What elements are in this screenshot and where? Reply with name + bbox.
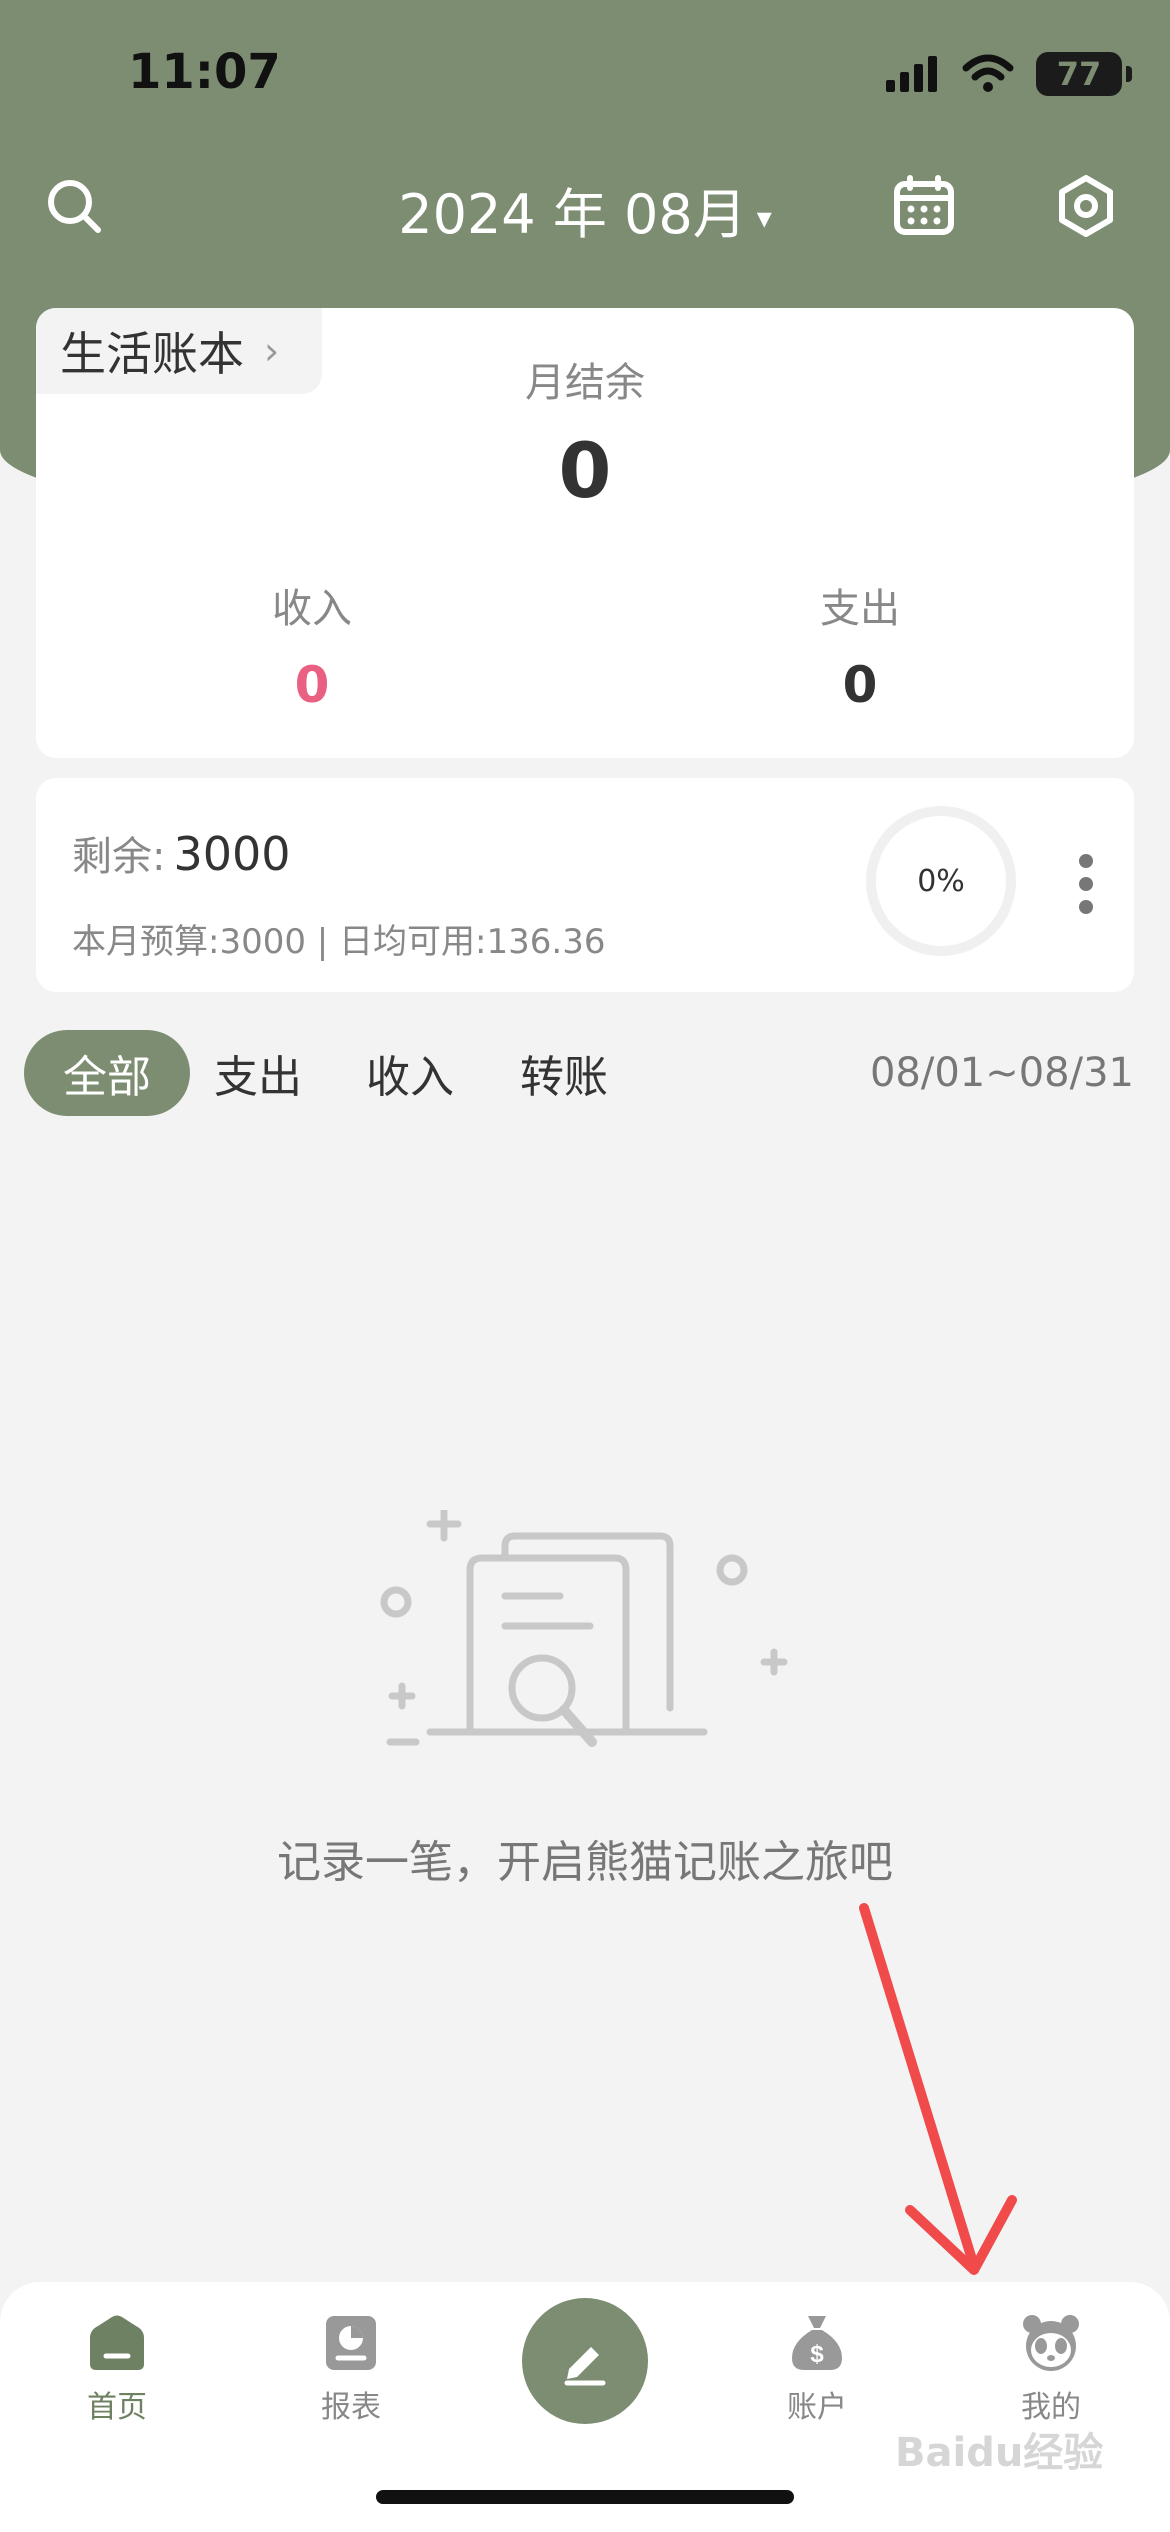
filter-tab-expense[interactable]: 支出 xyxy=(200,1030,316,1116)
pencil-icon xyxy=(564,2347,606,2386)
expense-label: 支出 xyxy=(820,586,900,632)
tab-report-label: 报表 xyxy=(321,2390,381,2425)
summary-card: 生活账本 › 月结余 0 收入 0 支出 0 xyxy=(36,308,1134,758)
month-label: 2024 年 08月 xyxy=(398,183,747,246)
caret-down-icon: ▾ xyxy=(756,200,772,236)
tab-account-label: 账户 xyxy=(787,2390,847,2425)
settings-button[interactable] xyxy=(1046,166,1126,246)
empty-records-illustration xyxy=(380,1510,788,1747)
budget-progress-text: 0% xyxy=(917,863,965,899)
filter-tab-income[interactable]: 收入 xyxy=(352,1030,468,1116)
watermark: Baidu经验 xyxy=(895,2430,1104,2476)
expense-summary: 支出 0 xyxy=(710,576,1010,714)
calendar-button[interactable] xyxy=(884,166,964,246)
money-bag-icon: $ xyxy=(792,2316,842,2370)
balance-value: 0 xyxy=(558,426,612,515)
add-record-button[interactable] xyxy=(522,2298,648,2424)
calendar-icon xyxy=(894,175,954,235)
tab-mine[interactable]: 我的 xyxy=(976,2312,1126,2426)
income-summary: 收入 0 xyxy=(162,576,462,714)
income-value: 0 xyxy=(294,656,330,714)
tab-account[interactable]: $ 账户 xyxy=(742,2312,892,2426)
more-options-icon[interactable] xyxy=(1076,854,1096,914)
panda-icon xyxy=(1023,2315,1079,2371)
top-bar: 2024 年 08月 ▾ xyxy=(0,160,1170,260)
battery-icon: 77 xyxy=(1036,52,1132,96)
status-time: 11:07 xyxy=(128,44,281,100)
remaining-value: 3000 xyxy=(173,827,291,881)
filter-bar: 全部 支出 收入 转账 08/01~08/31 xyxy=(0,1030,1170,1120)
balance-label: 月结余 xyxy=(525,360,645,406)
budget-card[interactable]: 剩余: 3000 本月预算:3000 | 日均可用:136.36 0% xyxy=(36,778,1134,992)
expense-value: 0 xyxy=(842,656,878,714)
remaining-label: 剩余: xyxy=(72,834,166,880)
status-icons: 77 xyxy=(884,52,1132,96)
budget-detail: 本月预算:3000 | 日均可用:136.36 xyxy=(72,922,606,962)
wifi-icon xyxy=(962,54,1014,92)
tab-report[interactable]: 报表 xyxy=(276,2312,426,2426)
month-selector[interactable]: 2024 年 08月 ▾ xyxy=(0,170,1170,249)
home-icon xyxy=(90,2315,144,2370)
home-indicator xyxy=(376,2490,794,2504)
tab-home[interactable]: 首页 xyxy=(42,2312,192,2426)
svg-text:$: $ xyxy=(810,2341,824,2368)
date-range[interactable]: 08/01~08/31 xyxy=(870,1050,1134,1096)
empty-state-text: 记录一笔，开启熊猫记账之旅吧 xyxy=(277,1837,893,1888)
report-icon xyxy=(326,2316,376,2370)
filter-tab-transfer[interactable]: 转账 xyxy=(506,1030,622,1116)
tab-home-label: 首页 xyxy=(87,2390,147,2425)
budget-remaining: 剩余: 3000 xyxy=(72,824,291,882)
settings-hexagon-icon xyxy=(1059,175,1113,237)
signal-icon xyxy=(886,56,937,92)
status-bar: 11:07 77 xyxy=(0,0,1170,150)
annotation-arrow xyxy=(859,1903,1017,2275)
filter-tab-all[interactable]: 全部 xyxy=(24,1030,190,1116)
budget-progress-ring: 0% xyxy=(866,806,1016,956)
income-label: 收入 xyxy=(272,586,352,632)
